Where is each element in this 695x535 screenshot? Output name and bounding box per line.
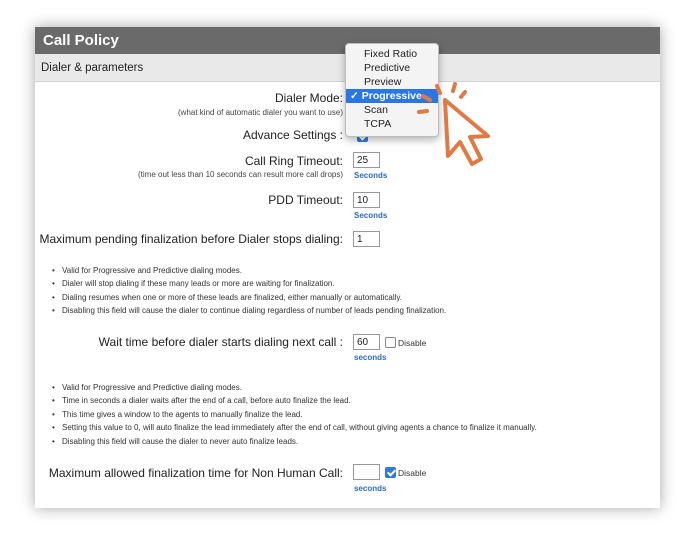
list-item: Disabling this field will cause the dial…	[48, 304, 446, 318]
list-item: Time in seconds a dialer waits after the…	[48, 394, 537, 408]
list-item: This time gives a window to the agents t…	[48, 408, 537, 422]
dialer-mode-label: Dialer Mode:	[274, 91, 343, 105]
wait-time-disable-label: Disable	[398, 338, 427, 348]
list-item: Valid for Progressive and Predictive dia…	[48, 264, 446, 278]
list-item: Disabling this field will cause the dial…	[48, 435, 537, 449]
non-human-unit: seconds	[354, 484, 387, 493]
ring-timeout-hint: (time out less than 10 seconds can resul…	[138, 170, 343, 179]
wait-time-unit: seconds	[354, 353, 387, 362]
max-pending-input[interactable]: 1	[353, 231, 380, 247]
advance-settings-label: Advance Settings :	[242, 128, 343, 142]
wait-time-disable-checkbox[interactable]	[385, 337, 396, 348]
non-human-input[interactable]	[353, 464, 380, 480]
wait-time-input[interactable]: 60	[353, 334, 380, 350]
dialer-mode-hint: (what kind of automatic dialer you want …	[178, 108, 343, 117]
list-item: Dialer will stop dialing if these many l…	[48, 277, 446, 291]
max-pending-label: Maximum pending finalization before Dial…	[39, 232, 344, 246]
dropdown-option-label: Progressive	[361, 90, 422, 102]
wait-notes-list: Valid for Progressive and Predictive dia…	[48, 381, 537, 448]
pdd-timeout-unit: Seconds	[354, 211, 388, 220]
ring-timeout-unit: Seconds	[354, 171, 388, 180]
dropdown-option-fixed-ratio[interactable]: Fixed Ratio	[346, 47, 438, 61]
non-human-disable-label: Disable	[398, 468, 427, 478]
ring-timeout-label: Call Ring Timeout:	[244, 154, 343, 168]
pdd-timeout-label: PDD Timeout:	[268, 193, 343, 207]
pointer-cursor-icon	[417, 82, 490, 166]
pending-notes-list: Valid for Progressive and Predictive dia…	[48, 264, 446, 318]
list-item: Setting this value to 0, will auto final…	[48, 421, 537, 435]
list-item: Dialing resumes when one or more of thes…	[48, 291, 446, 305]
pdd-timeout-input[interactable]: 10	[353, 192, 380, 208]
dropdown-option-predictive[interactable]: Predictive	[346, 61, 438, 75]
wait-time-label: Wait time before dialer starts dialing n…	[98, 335, 343, 349]
non-human-label: Maximum allowed finalization time for No…	[48, 466, 343, 480]
list-item: Valid for Progressive and Predictive dia…	[48, 381, 537, 395]
non-human-disable-checkbox[interactable]	[385, 467, 396, 478]
ring-timeout-input[interactable]: 25	[353, 152, 380, 168]
checkmark-icon: ✓	[350, 90, 359, 102]
